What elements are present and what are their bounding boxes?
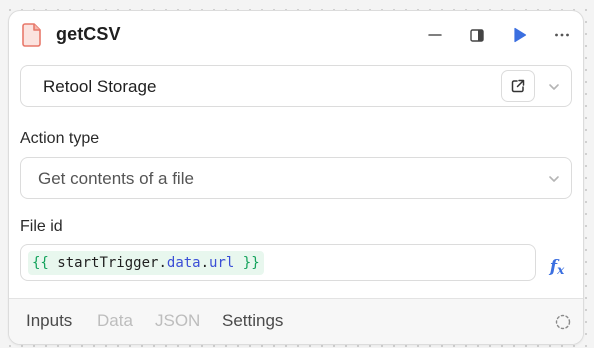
- resource-select[interactable]: Retool Storage: [20, 65, 572, 107]
- action-type-label: Action type: [20, 130, 100, 147]
- code-dot: .: [200, 255, 210, 271]
- code-identifier: startTrigger: [57, 255, 159, 271]
- action-type-select[interactable]: Get contents of a file: [20, 157, 572, 199]
- file-icon: [22, 23, 41, 47]
- query-block-card: getCSV Retool Storage Action type Get co…: [8, 10, 584, 345]
- chevron-down-icon[interactable]: [546, 79, 562, 95]
- tab-inputs[interactable]: Inputs: [26, 311, 72, 331]
- code-open-brace: {{: [32, 255, 49, 271]
- loading-icon: [555, 314, 571, 330]
- side-panel-button[interactable]: [465, 23, 489, 47]
- external-link-icon: [511, 79, 525, 93]
- run-button[interactable]: [508, 23, 532, 47]
- file-id-label: File id: [20, 218, 63, 235]
- code-property: data: [166, 255, 201, 271]
- minimize-button[interactable]: [423, 23, 447, 47]
- play-icon: [514, 27, 527, 43]
- fx-icon-subscript: x: [557, 263, 565, 277]
- block-header: getCSV: [9, 11, 583, 59]
- resource-label: Retool Storage: [43, 77, 157, 96]
- tab-bar: Inputs Data JSON Settings: [9, 298, 583, 344]
- code-dot: .: [158, 255, 167, 271]
- tab-data[interactable]: Data: [97, 311, 133, 331]
- block-title[interactable]: getCSV: [56, 24, 121, 45]
- code-close-brace: }}: [242, 255, 260, 271]
- action-type-value: Get contents of a file: [38, 169, 194, 188]
- tab-settings[interactable]: Settings: [222, 311, 283, 331]
- fx-icon: f: [549, 257, 558, 277]
- side-panel-icon: [470, 28, 484, 42]
- more-options-button[interactable]: [550, 23, 574, 47]
- chevron-down-icon: [549, 176, 559, 182]
- fx-button[interactable]: fx: [546, 256, 568, 278]
- more-icon: [555, 33, 569, 37]
- open-resource-button[interactable]: [501, 70, 535, 102]
- code-property: url: [209, 255, 235, 271]
- file-id-input[interactable]: {{ startTrigger.data.url }}: [20, 244, 536, 281]
- minimize-icon: [428, 34, 442, 36]
- tab-json[interactable]: JSON: [155, 311, 200, 331]
- template-expression: {{ startTrigger.data.url }}: [28, 251, 264, 275]
